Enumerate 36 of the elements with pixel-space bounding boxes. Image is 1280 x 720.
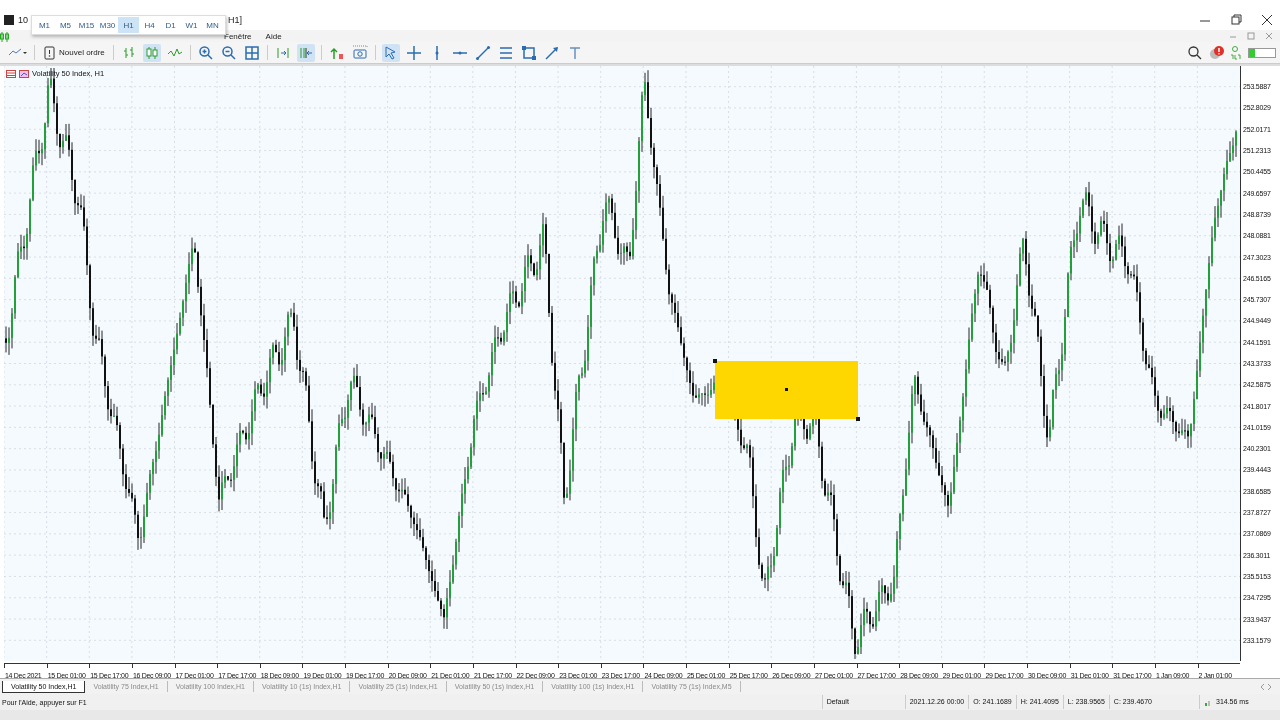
chart-shift-icon[interactable] [296, 43, 315, 62]
menu-item[interactable]: Fenêtre [224, 31, 252, 41]
timeframe-button[interactable]: M15 [76, 17, 97, 33]
order-icon [43, 45, 56, 60]
candlestick-icon[interactable] [142, 43, 161, 62]
timeframe-button[interactable]: H1 [118, 17, 139, 33]
cursor-icon[interactable] [381, 43, 400, 62]
scroll-right-icon[interactable] [1266, 681, 1274, 692]
table-icon [6, 69, 16, 78]
zoom-in-icon[interactable] [196, 43, 215, 62]
chart-icon [19, 69, 29, 78]
menu-item[interactable]: Aide [265, 31, 282, 41]
candles-icon [0, 30, 10, 42]
new-order-button[interactable]: Nouvel ordre [41, 43, 107, 62]
timeframe-button[interactable]: M1 [34, 17, 55, 33]
restore-icon[interactable] [1229, 13, 1243, 27]
timeframe-button[interactable]: D1 [160, 17, 181, 33]
app-icon [3, 14, 15, 26]
timeframe-button[interactable]: M5 [55, 17, 76, 33]
rectangle-icon[interactable] [519, 43, 538, 62]
crosshair-icon[interactable] [404, 43, 423, 62]
timeframe-button[interactable]: M30 [97, 17, 118, 33]
trend-line-icon[interactable] [473, 43, 492, 62]
timeframe-button[interactable]: MN [202, 17, 223, 33]
progress-bar-icon [1248, 45, 1276, 60]
window-title: H1] [228, 15, 243, 25]
screenshot-icon[interactable] [350, 43, 369, 62]
search-icon[interactable] [1187, 44, 1203, 61]
timeframe-button[interactable]: H4 [139, 17, 160, 33]
zoom-out-icon[interactable] [219, 43, 238, 62]
scroll-left-icon[interactable] [1258, 681, 1266, 692]
grid-icon[interactable] [242, 43, 261, 62]
close-icon[interactable] [1260, 13, 1274, 27]
window-title: 10 [18, 15, 28, 25]
notification-icon[interactable] [1208, 44, 1224, 61]
timeframe-button[interactable]: W1 [181, 17, 202, 33]
